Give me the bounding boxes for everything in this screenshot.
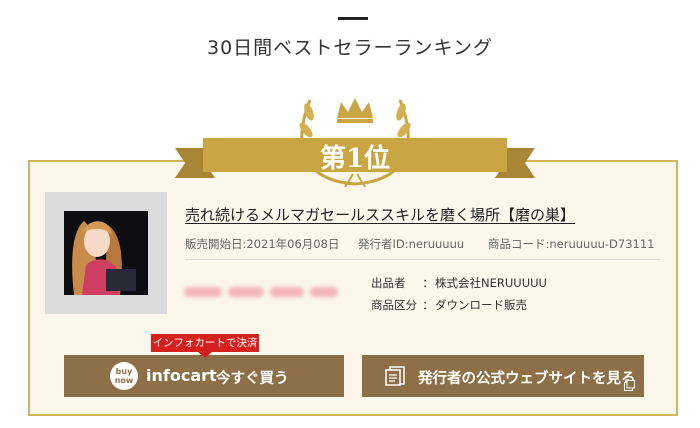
character-illustration-icon — [64, 211, 148, 295]
external-link-icon — [624, 380, 635, 391]
section-title: 30日間ベストセラーランキング — [207, 37, 493, 59]
seller-separator: ： — [422, 276, 434, 290]
seller-value: 株式会社NERUUUUU — [435, 276, 547, 290]
category-label: 商品区分 — [371, 298, 417, 312]
product-code: 商品コード:neruuuuu-D73111 — [488, 237, 655, 251]
product-title-link[interactable]: 売れ続けるメルマガセールススキルを磨く場所【磨の巣】 — [185, 204, 575, 225]
publisher-id: 発行者ID:neruuuuu — [358, 237, 465, 251]
infocart-logo: infocart — [146, 366, 217, 385]
title-accent-bar — [338, 17, 368, 20]
seller-row: 出品者 ：株式会社NERUUUUU — [371, 275, 547, 291]
sales-start-date: 販売開始日:2021年06月08日 — [185, 237, 340, 251]
infocart-payment-badge: インフォカートで決済 — [151, 334, 259, 358]
document-icon — [385, 366, 405, 386]
blurred-price — [184, 284, 338, 300]
crown-icon — [337, 98, 373, 123]
seller-label: 出品者 — [371, 276, 406, 290]
rank-label: 第1位 — [319, 144, 391, 174]
character-avatar — [64, 211, 148, 295]
buy-now-label: 今すぐ買う — [216, 371, 289, 387]
publisher-site-label: 発行者の公式ウェブサイトを見る — [418, 371, 636, 387]
meta-divider — [185, 259, 660, 260]
category-separator: ： — [422, 298, 434, 312]
category-value: ダウンロード販売 — [435, 298, 527, 312]
ribbon-bow-icon — [344, 173, 366, 188]
publisher-site-button[interactable]: 発行者の公式ウェブサイトを見る — [362, 355, 644, 397]
buy-now-button[interactable]: buy now infocart 今すぐ買う — [64, 355, 344, 397]
product-thumbnail[interactable] — [45, 192, 167, 314]
category-row: 商品区分 ：ダウンロード販売 — [371, 297, 527, 313]
buy-now-icon: buy now — [110, 362, 138, 390]
